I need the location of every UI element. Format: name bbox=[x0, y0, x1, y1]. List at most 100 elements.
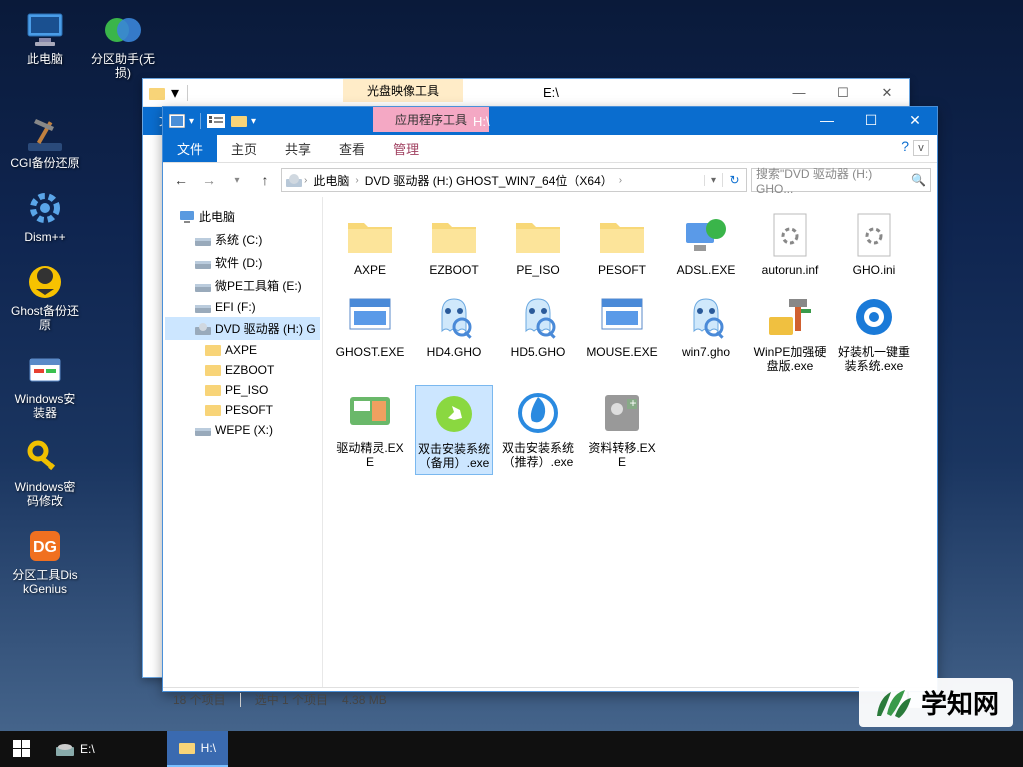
tab-home[interactable]: 主页 bbox=[217, 135, 271, 162]
file-item[interactable]: GHO.ini bbox=[835, 207, 913, 281]
file-icon bbox=[342, 293, 398, 341]
contextual-tab-back[interactable]: 光盘映像工具 bbox=[343, 79, 463, 102]
address-bar[interactable]: › 此电脑 › DVD 驱动器 (H:) GHOST_WIN7_64位（X64）… bbox=[281, 168, 747, 192]
file-icon bbox=[846, 211, 902, 259]
close-button[interactable]: ✕ bbox=[865, 80, 909, 106]
newfolder-icon[interactable] bbox=[231, 114, 247, 128]
file-name: PE_ISO bbox=[501, 263, 575, 277]
minimize-button[interactable]: — bbox=[777, 80, 821, 106]
titlebar-back[interactable]: ▾ 光盘映像工具 E:\ — ☐ ✕ bbox=[143, 79, 909, 107]
file-icon bbox=[510, 293, 566, 341]
up-button[interactable]: ↑ bbox=[253, 168, 277, 192]
tab-manage[interactable]: 管理 bbox=[379, 135, 433, 162]
tree-item[interactable]: DVD 驱动器 (H:) G bbox=[165, 317, 320, 340]
gear-icon bbox=[25, 188, 65, 228]
back-button[interactable]: ← bbox=[169, 168, 193, 192]
file-item[interactable]: 双击安装系统（备用）.exe bbox=[415, 385, 493, 475]
desktop-icon-cgi[interactable]: CGI备份还原 bbox=[10, 114, 80, 170]
start-button[interactable] bbox=[0, 731, 44, 767]
desktop-icon-partition[interactable]: 分区助手(无损) bbox=[88, 10, 158, 80]
titlebar[interactable]: ▾ ▾ 应用程序工具 H:\ — ☐ ✕ bbox=[163, 107, 937, 135]
close-button[interactable]: ✕ bbox=[893, 107, 937, 133]
file-item[interactable]: + 资料转移.EXE bbox=[583, 385, 661, 475]
desktop-icon-dism[interactable]: Dism++ bbox=[10, 188, 80, 244]
desktop-icon-thispc[interactable]: 此电脑 bbox=[10, 10, 80, 66]
ribbon-tabs: 文件 主页 共享 查看 管理 ? v bbox=[163, 135, 937, 163]
tree-item[interactable]: PE_ISO bbox=[165, 380, 320, 400]
statusbar: 18 个项目 选中 1 个项目 4.38 MB bbox=[163, 687, 937, 711]
file-icon bbox=[678, 211, 734, 259]
file-icon bbox=[678, 293, 734, 341]
file-item[interactable]: WinPE加强硬盘版.exe bbox=[751, 289, 829, 377]
desktop-icon-winpwd[interactable]: Windows密码修改 bbox=[10, 438, 80, 508]
taskbar-item-e[interactable]: E:\ bbox=[44, 731, 107, 767]
file-item[interactable]: ADSL.EXE bbox=[667, 207, 745, 281]
file-name: 双击安装系统（备用）.exe bbox=[418, 442, 490, 470]
ghost-icon bbox=[25, 262, 65, 302]
tree-item[interactable]: 系统 (C:) bbox=[165, 228, 320, 251]
desktop-icon-diskgenius[interactable]: DG 分区工具DiskGenius bbox=[10, 526, 80, 596]
address-part[interactable]: 此电脑 bbox=[309, 172, 353, 189]
computer-icon bbox=[179, 210, 195, 224]
refresh-button[interactable]: ↻ bbox=[722, 173, 746, 187]
taskbar[interactable]: E:\ H:\ bbox=[0, 731, 1023, 767]
file-name: win7.gho bbox=[669, 345, 743, 359]
file-icon: + bbox=[594, 389, 650, 437]
address-part[interactable]: DVD 驱动器 (H:) GHOST_WIN7_64位（X64） bbox=[361, 172, 617, 189]
file-item[interactable]: autorun.inf bbox=[751, 207, 829, 281]
tree-item[interactable]: EZBOOT bbox=[165, 360, 320, 380]
search-input[interactable]: 搜索"DVD 驱动器 (H:) GHO... 🔍 bbox=[751, 168, 931, 192]
file-item[interactable]: AXPE bbox=[331, 207, 409, 281]
file-item[interactable]: HD5.GHO bbox=[499, 289, 577, 377]
history-dropdown[interactable]: ▾ bbox=[225, 168, 249, 192]
desktop-icon-ghost[interactable]: Ghost备份还原 bbox=[10, 262, 80, 332]
address-dropdown-icon[interactable]: ▾ bbox=[704, 175, 722, 186]
desktop-icon-winsetup[interactable]: Windows安装器 bbox=[10, 350, 80, 420]
file-name: 资料转移.EXE bbox=[585, 441, 659, 469]
tab-share[interactable]: 共享 bbox=[271, 135, 325, 162]
file-item[interactable]: 驱动精灵.EXE bbox=[331, 385, 409, 475]
forward-button[interactable]: → bbox=[197, 168, 221, 192]
tree-root[interactable]: 此电脑 bbox=[165, 205, 320, 228]
file-item[interactable]: PE_ISO bbox=[499, 207, 577, 281]
maximize-button[interactable]: ☐ bbox=[849, 107, 893, 133]
file-item[interactable]: GHOST.EXE bbox=[331, 289, 409, 377]
minimize-button[interactable]: — bbox=[805, 107, 849, 133]
key-icon bbox=[25, 438, 65, 478]
folder-icon bbox=[179, 741, 195, 755]
file-item[interactable]: 双击安装系统（推荐）.exe bbox=[499, 385, 577, 475]
file-icon bbox=[762, 211, 818, 259]
tree-item[interactable]: EFI (F:) bbox=[165, 297, 320, 317]
file-item[interactable]: PESOFT bbox=[583, 207, 661, 281]
window-controls-back: — ☐ ✕ bbox=[777, 80, 909, 106]
address-row: ← → ▾ ↑ › 此电脑 › DVD 驱动器 (H:) GHOST_WIN7_… bbox=[163, 163, 937, 197]
file-item[interactable]: EZBOOT bbox=[415, 207, 493, 281]
files-pane[interactable]: AXPEEZBOOT PE_ISO PESOFTADSL.EXEautorun.in… bbox=[323, 197, 937, 687]
file-name: 驱动精灵.EXE bbox=[333, 441, 407, 469]
computer-icon bbox=[25, 10, 65, 50]
tab-file[interactable]: 文件 bbox=[163, 135, 217, 162]
tree-item[interactable]: AXPE bbox=[165, 340, 320, 360]
contextual-tab[interactable]: 应用程序工具 bbox=[373, 107, 489, 132]
props-icon[interactable] bbox=[207, 114, 225, 128]
ribbon-expand-icon[interactable]: v bbox=[913, 140, 929, 156]
help-icon[interactable]: ? bbox=[901, 138, 909, 154]
tree-item[interactable]: 微PE工具箱 (E:) bbox=[165, 274, 320, 297]
file-item[interactable]: win7.gho bbox=[667, 289, 745, 377]
tab-view[interactable]: 查看 bbox=[325, 135, 379, 162]
taskbar-item-h[interactable]: H:\ bbox=[167, 731, 228, 767]
file-icon bbox=[342, 389, 398, 437]
file-icon bbox=[510, 211, 566, 259]
file-item[interactable]: MOUSE.EXE bbox=[583, 289, 661, 377]
explorer-window[interactable]: ▾ ▾ 应用程序工具 H:\ — ☐ ✕ 文件 主页 共享 查看 管理 ? v … bbox=[162, 106, 938, 692]
file-item[interactable]: 好装机一键重装系统.exe bbox=[835, 289, 913, 377]
window-controls: — ☐ ✕ bbox=[805, 107, 937, 133]
file-icon bbox=[510, 389, 566, 437]
tree-item[interactable]: PESOFT bbox=[165, 400, 320, 420]
tree-item[interactable]: WEPE (X:) bbox=[165, 420, 320, 440]
tree-item[interactable]: 软件 (D:) bbox=[165, 251, 320, 274]
maximize-button[interactable]: ☐ bbox=[821, 80, 865, 106]
file-item[interactable]: HD4.GHO bbox=[415, 289, 493, 377]
nav-tree[interactable]: 此电脑 系统 (C:)软件 (D:)微PE工具箱 (E:)EFI (F:)DVD… bbox=[163, 197, 323, 687]
status-count: 18 个项目 bbox=[173, 691, 226, 708]
